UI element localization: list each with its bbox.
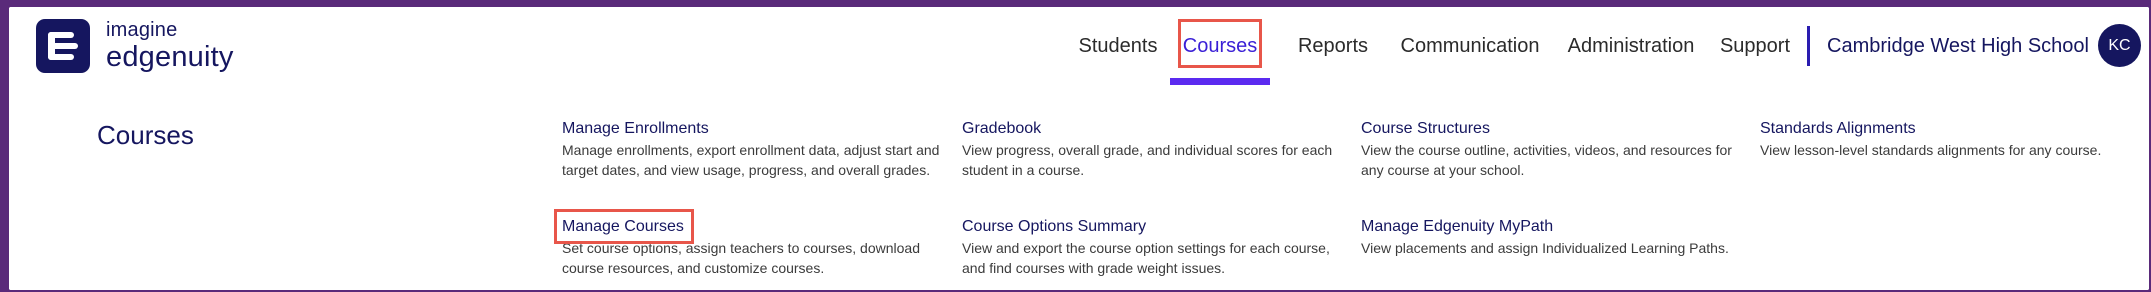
menu-item-manage-enrollments: Manage Enrollments Manage enrollments, e…: [562, 119, 942, 180]
nav-divider: [1807, 26, 1810, 66]
menu-link-gradebook[interactable]: Gradebook: [962, 119, 1041, 139]
top-navigation-bar: imagine edgenuity Students Courses Repor…: [9, 7, 2149, 86]
logo-line-imagine: imagine: [106, 19, 178, 41]
menu-link-manage-courses[interactable]: Manage Courses: [554, 209, 694, 244]
menu-desc-course-options-summary: View and export the course option settin…: [962, 240, 1330, 276]
menu-link-course-options-summary[interactable]: Course Options Summary: [962, 217, 1146, 237]
nav-courses[interactable]: Courses: [1170, 7, 1270, 85]
menu-link-manage-enrollments[interactable]: Manage Enrollments: [562, 119, 709, 139]
nav-courses-highlight-box: [1178, 19, 1262, 68]
nav-reports-label: Reports: [1297, 34, 1369, 57]
menu-desc-gradebook: View progress, overall grade, and indivi…: [962, 142, 1333, 178]
logo-wordmark: imagine edgenuity: [106, 20, 234, 72]
menu-desc-manage-edgenuity-mypath: View placements and assign Individualize…: [1361, 240, 1729, 256]
menu-desc-course-structures: View the course outline, activities, vid…: [1361, 142, 1732, 178]
menu-link-manage-edgenuity-mypath[interactable]: Manage Edgenuity MyPath: [1361, 217, 1553, 237]
menu-item-manage-edgenuity-mypath: Manage Edgenuity MyPath View placements …: [1361, 217, 1781, 259]
menu-link-standards-alignments[interactable]: Standards Alignments: [1760, 119, 1916, 139]
menu-desc-manage-enrollments: Manage enrollments, export enrollment da…: [562, 142, 940, 178]
nav-students[interactable]: Students: [1063, 7, 1173, 85]
menu-item-standards-alignments: Standards Alignments View lesson-level s…: [1760, 119, 2145, 161]
menu-desc-standards-alignments: View lesson-level standards alignments f…: [1760, 142, 2102, 158]
user-avatar[interactable]: KC: [2098, 24, 2141, 67]
nav-communication[interactable]: Communication: [1387, 7, 1553, 85]
menu-item-manage-courses: Manage Courses Set course options, assig…: [554, 209, 942, 278]
courses-mega-menu: Courses Manage Enrollments Manage enroll…: [9, 85, 2149, 290]
nav-support[interactable]: Support: [1709, 7, 1801, 85]
edgenuity-logo[interactable]: imagine edgenuity: [36, 19, 234, 73]
nav-support-label: Support: [1719, 34, 1791, 57]
menu-link-course-structures[interactable]: Course Structures: [1361, 119, 1490, 139]
nav-administration-label: Administration: [1567, 34, 1695, 57]
menu-item-gradebook: Gradebook View progress, overall grade, …: [962, 119, 1342, 180]
menu-desc-manage-courses: Set course options, assign teachers to c…: [562, 240, 920, 276]
nav-reports[interactable]: Reports: [1279, 7, 1387, 85]
menu-item-course-options-summary: Course Options Summary View and export t…: [962, 217, 1342, 278]
nav-communication-label: Communication: [1400, 34, 1540, 57]
app-window: imagine edgenuity Students Courses Repor…: [9, 7, 2149, 290]
menu-title: Courses: [97, 120, 194, 150]
school-selector[interactable]: Cambridge West High School: [1827, 7, 2089, 85]
nav-students-label: Students: [1078, 34, 1158, 57]
logo-line-edgenuity: edgenuity: [106, 41, 234, 73]
menu-item-course-structures: Course Structures View the course outlin…: [1361, 119, 1741, 180]
edgenuity-logo-icon: [36, 19, 90, 73]
nav-active-underline: [1170, 78, 1270, 85]
nav-administration[interactable]: Administration: [1553, 7, 1709, 85]
